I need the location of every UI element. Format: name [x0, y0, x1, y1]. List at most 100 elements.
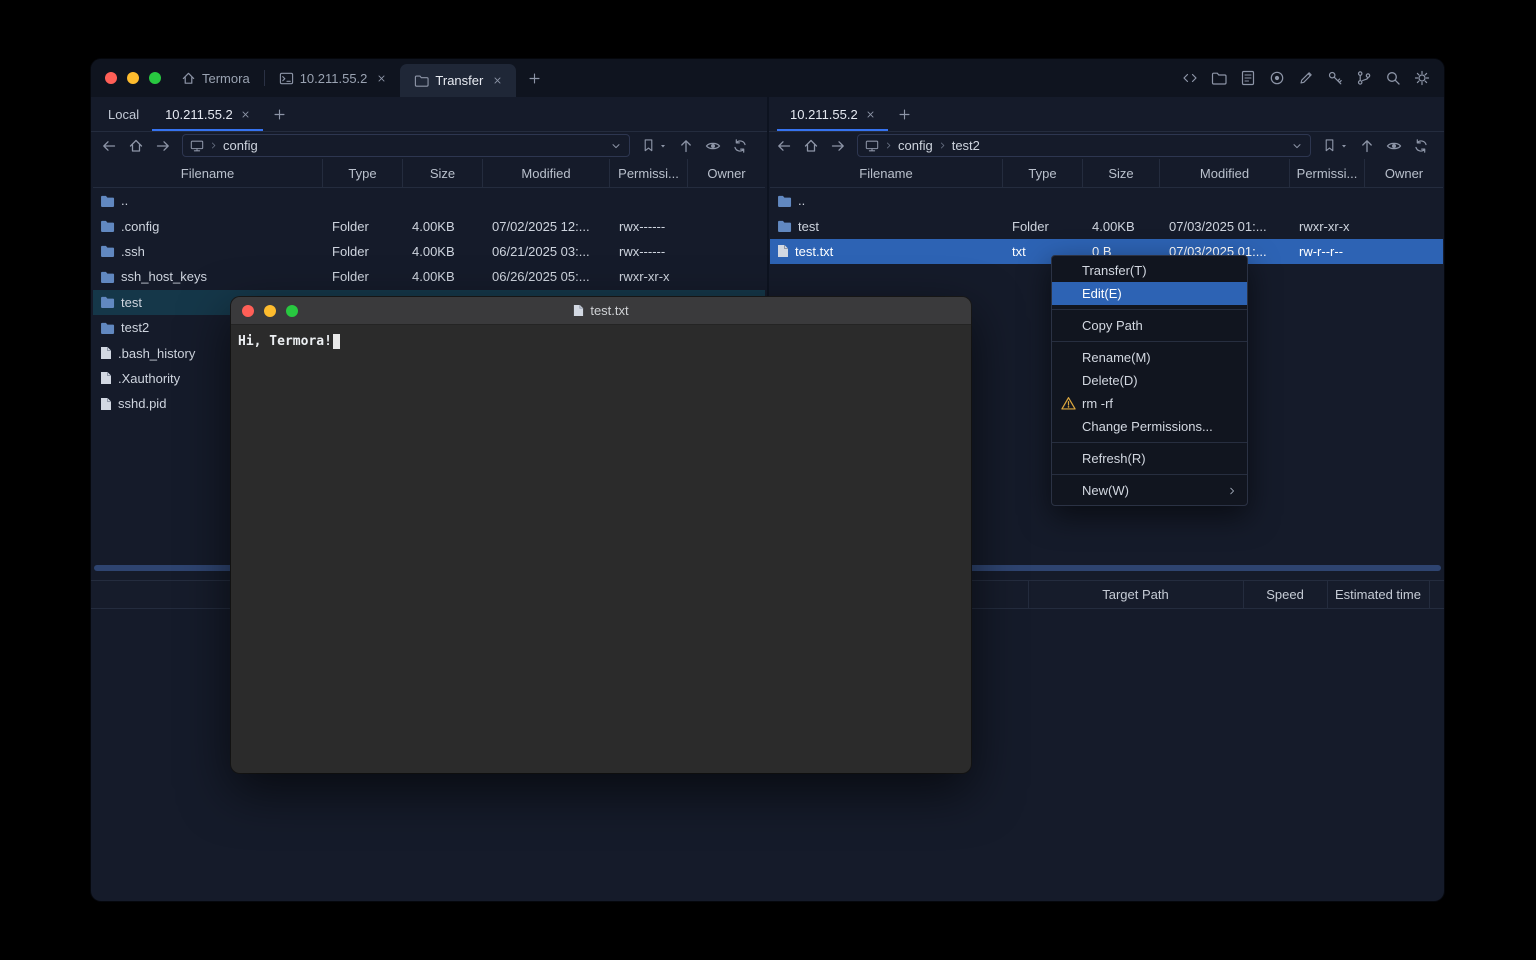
chevron-down-icon[interactable]: [1291, 140, 1303, 152]
file-row[interactable]: .config Folder4.00KB07/02/2025 12:...rwx…: [93, 213, 765, 238]
tab-termora[interactable]: Termora: [167, 59, 264, 97]
show-hidden-eye-icon[interactable]: [705, 138, 721, 154]
tab-ssh-session[interactable]: 10.211.55.2: [265, 59, 401, 97]
log-icon[interactable]: [1240, 70, 1256, 86]
minimize-window-button[interactable]: [127, 72, 139, 84]
path-segment[interactable]: test2: [952, 138, 980, 153]
new-panel-tab-button[interactable]: [888, 97, 921, 131]
col-permissions[interactable]: Permissi...: [1290, 159, 1365, 187]
file-row[interactable]: ssh_host_keys Folder4.00KB06/26/2025 05:…: [93, 264, 765, 289]
up-directory-icon[interactable]: [678, 138, 694, 154]
file-modified: 06/21/2025 03:...: [483, 244, 610, 259]
git-branch-icon[interactable]: [1356, 70, 1372, 86]
col-owner[interactable]: Owner: [688, 159, 765, 187]
menu-item-rename[interactable]: Rename(M): [1052, 346, 1247, 369]
menu-item-refresh[interactable]: Refresh(R): [1052, 447, 1247, 470]
col-owner[interactable]: Owner: [1365, 159, 1443, 187]
column-divider: [1327, 581, 1328, 608]
forward-icon[interactable]: [830, 138, 846, 154]
col-modified[interactable]: Modified: [1160, 159, 1290, 187]
minimize-window-button[interactable]: [264, 305, 276, 317]
key-icon[interactable]: [1327, 70, 1343, 86]
close-icon[interactable]: [241, 110, 250, 119]
file-row[interactable]: ..: [770, 188, 1443, 213]
forward-icon[interactable]: [155, 138, 171, 154]
path-segment[interactable]: config: [898, 138, 933, 153]
column-divider: [1028, 581, 1029, 608]
file-row[interactable]: test Folder4.00KB07/03/2025 01:...rwxr-x…: [770, 213, 1443, 238]
menu-separator: [1052, 442, 1247, 443]
text-cursor: [333, 334, 340, 349]
close-icon[interactable]: [493, 76, 502, 85]
tab-local[interactable]: Local: [95, 97, 152, 131]
new-tab-button[interactable]: [516, 59, 553, 97]
terminal-icon: [279, 71, 294, 86]
transfer-col-target-path[interactable]: Target Path: [1028, 581, 1243, 608]
tab-remote-left[interactable]: 10.211.55.2: [152, 97, 263, 131]
pencil-icon[interactable]: [1298, 70, 1314, 86]
col-filename[interactable]: Filename: [93, 159, 323, 187]
file-icon: [777, 244, 789, 258]
col-size[interactable]: Size: [403, 159, 483, 187]
editor-text-area[interactable]: Hi, Termora!: [231, 325, 971, 358]
zoom-window-button[interactable]: [149, 72, 161, 84]
bookmark-button[interactable]: [1322, 138, 1348, 153]
transfer-col-estimated-time[interactable]: Estimated time: [1327, 581, 1429, 608]
menu-item-transfer[interactable]: Transfer(T): [1052, 259, 1247, 282]
chevron-down-icon[interactable]: [610, 140, 622, 152]
editor-window: test.txt Hi, Termora!: [231, 297, 971, 773]
path-bar[interactable]: config: [182, 134, 630, 157]
new-panel-tab-button[interactable]: [263, 97, 296, 131]
tab-remote-right[interactable]: 10.211.55.2: [777, 97, 888, 131]
close-icon[interactable]: [866, 110, 875, 119]
file-row[interactable]: ..: [93, 188, 765, 213]
show-hidden-eye-icon[interactable]: [1386, 138, 1402, 154]
search-icon[interactable]: [1385, 70, 1401, 86]
tab-label: Termora: [202, 71, 250, 86]
transfer-col-speed[interactable]: Speed: [1243, 581, 1327, 608]
right-panel-tabs: 10.211.55.2: [773, 97, 921, 131]
tab-transfer[interactable]: Transfer: [400, 64, 516, 97]
menu-item-copy-path[interactable]: Copy Path: [1052, 314, 1247, 337]
settings-icon[interactable]: [1414, 70, 1430, 86]
close-window-button[interactable]: [242, 305, 254, 317]
menu-item-new[interactable]: New(W): [1052, 479, 1247, 502]
table-header: Filename Type Size Modified Permissi... …: [770, 159, 1443, 188]
path-bar[interactable]: config test2: [857, 134, 1311, 157]
back-icon[interactable]: [101, 138, 117, 154]
col-modified[interactable]: Modified: [483, 159, 610, 187]
file-row[interactable]: .ssh Folder4.00KB06/21/2025 03:...rwx---…: [93, 239, 765, 264]
col-type[interactable]: Type: [323, 159, 403, 187]
refresh-icon[interactable]: [1413, 138, 1429, 154]
col-permissions[interactable]: Permissi...: [610, 159, 688, 187]
zoom-window-button[interactable]: [286, 305, 298, 317]
close-icon[interactable]: [377, 74, 386, 83]
menu-item-delete[interactable]: Delete(D): [1052, 369, 1247, 392]
file-type: Folder: [323, 269, 403, 284]
close-window-button[interactable]: [105, 72, 117, 84]
editor-titlebar[interactable]: test.txt: [231, 297, 971, 325]
code-icon[interactable]: [1182, 70, 1198, 86]
col-size[interactable]: Size: [1083, 159, 1160, 187]
editor-content: Hi, Termora!: [238, 334, 332, 349]
col-filename[interactable]: Filename: [770, 159, 1003, 187]
bookmark-icon: [1322, 138, 1337, 153]
caret-down-icon: [1340, 142, 1348, 150]
refresh-icon[interactable]: [732, 138, 748, 154]
folder-icon: [777, 220, 792, 232]
file-type: Folder: [323, 244, 403, 259]
home-icon[interactable]: [128, 138, 144, 154]
termora-window: Termora 10.211.55.2 Transfer: [91, 59, 1444, 901]
menu-item-change-permissions[interactable]: Change Permissions...: [1052, 415, 1247, 438]
bookmark-button[interactable]: [641, 138, 667, 153]
file-icon: [100, 397, 112, 411]
up-directory-icon[interactable]: [1359, 138, 1375, 154]
folder-icon[interactable]: [1211, 71, 1227, 86]
back-icon[interactable]: [776, 138, 792, 154]
menu-item-rm-rf[interactable]: rm -rf: [1052, 392, 1247, 415]
record-icon[interactable]: [1269, 70, 1285, 86]
col-type[interactable]: Type: [1003, 159, 1083, 187]
menu-item-edit[interactable]: Edit(E): [1052, 282, 1247, 305]
path-segment[interactable]: config: [223, 138, 258, 153]
home-icon[interactable]: [803, 138, 819, 154]
